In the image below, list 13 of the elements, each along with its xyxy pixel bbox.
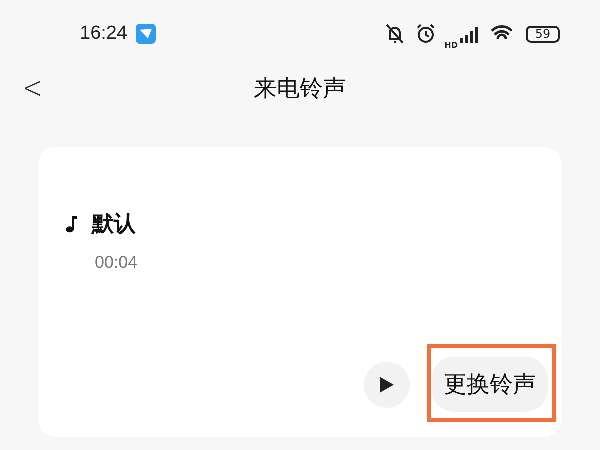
play-icon: [379, 376, 395, 394]
network-type: HD: [444, 40, 458, 50]
battery-level: 59: [526, 26, 560, 42]
alarm-icon: [414, 23, 437, 45]
play-button[interactable]: [364, 362, 410, 408]
music-note-icon: [66, 214, 78, 234]
back-button[interactable]: <: [22, 70, 43, 106]
page-title: 来电铃声: [254, 74, 346, 104]
app-icon: [136, 24, 156, 44]
clock: 16:24: [80, 23, 128, 45]
ringtone-duration: 00:04: [95, 253, 139, 273]
change-ringtone-button[interactable]: 更换铃声: [432, 357, 548, 412]
ringtone-name: 默认: [92, 211, 136, 239]
